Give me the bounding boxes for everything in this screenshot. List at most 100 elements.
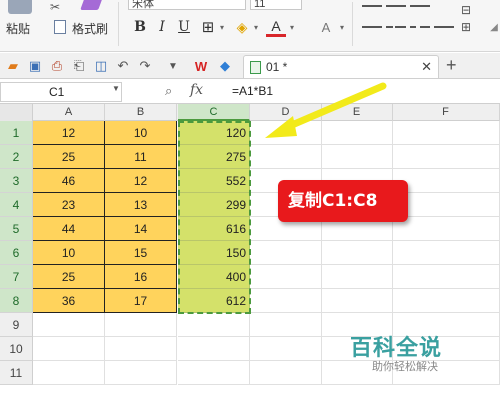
cell-c3[interactable]: 552 [178,169,250,193]
font-size-select[interactable]: 11 [250,0,302,10]
paste-button[interactable]: 粘贴 [6,20,30,37]
cell-f8[interactable] [392,289,500,313]
cell-a11[interactable] [33,361,105,385]
cell-d6[interactable] [250,241,322,265]
cell-a5[interactable]: 44 [33,217,105,241]
row-header-8[interactable]: 8 [0,289,33,313]
row-header-7[interactable]: 7 [0,265,33,289]
align-top-icon[interactable] [362,0,382,12]
ribbon-launcher-icon[interactable]: ◢ [484,17,500,37]
cell-f6[interactable] [392,241,500,265]
cell-a8[interactable]: 36 [33,289,105,313]
cell-f3[interactable] [392,169,500,193]
align-middle-icon[interactable] [386,0,406,12]
cell-b2[interactable]: 11 [105,145,177,169]
cell-d10[interactable] [250,337,322,361]
cell-f1[interactable] [392,121,500,145]
copy-icon[interactable] [54,20,66,34]
align-bottom-icon[interactable] [410,0,430,12]
select-all-corner[interactable] [0,104,33,121]
cell-b5[interactable]: 14 [105,217,177,241]
cell-c1[interactable]: 120 [178,121,250,145]
cell-f7[interactable] [392,265,500,289]
undo-icon[interactable]: ↶ [114,57,132,75]
italic-button[interactable]: I [152,17,172,37]
cell-a7[interactable]: 25 [33,265,105,289]
cell-a9[interactable] [33,313,105,337]
merge-icon[interactable]: ⊞ [456,17,476,37]
cell-a4[interactable]: 23 [33,193,105,217]
open-folder-icon[interactable]: ▰ [4,57,22,75]
row-header-10[interactable]: 10 [0,337,33,361]
search-icon[interactable]: ⌕ [165,83,172,99]
cell-b10[interactable] [105,337,177,361]
cell-c11[interactable] [178,361,250,385]
redo-icon[interactable]: ↷ [136,57,154,75]
row-header-1[interactable]: 1 [0,121,33,145]
cell-d7[interactable] [250,265,322,289]
cell-b3[interactable]: 12 [105,169,177,193]
cell-c9[interactable] [178,313,250,337]
cell-b4[interactable]: 13 [105,193,177,217]
align-right-icon[interactable] [410,17,430,37]
row-header-5[interactable]: 5 [0,217,33,241]
tab-document[interactable]: 01 * ✕ [243,55,439,78]
cell-d9[interactable] [250,313,322,337]
row-header-11[interactable]: 11 [0,361,33,385]
column-header-b[interactable]: B [105,104,177,121]
column-header-a[interactable]: A [33,104,105,121]
cell-c2[interactable]: 275 [178,145,250,169]
font-name-select[interactable]: 宋体 [128,0,246,10]
save-icon[interactable]: ▣ [26,57,44,75]
chevron-down-icon[interactable]: ▾ [282,17,302,37]
paste-icon[interactable] [8,0,32,14]
cell-c7[interactable]: 400 [178,265,250,289]
row-header-3[interactable]: 3 [0,169,33,193]
cell-b1[interactable]: 10 [105,121,177,145]
cell-a2[interactable]: 25 [33,145,105,169]
cell-e8[interactable] [321,289,393,313]
column-header-f[interactable]: F [392,104,500,121]
cell-c6[interactable]: 150 [178,241,250,265]
chevron-down-icon[interactable]: ▼ [164,57,182,75]
cut-icon[interactable]: ✂ [50,0,60,14]
cell-c4[interactable]: 299 [178,193,250,217]
wps-logo-icon[interactable]: W [192,57,210,75]
chevron-down-icon[interactable]: ▾ [246,17,266,37]
format-painter-button[interactable]: 格式刷 [72,20,108,37]
underline-button[interactable]: U [174,17,194,37]
new-tab-icon[interactable]: + [446,55,457,76]
row-header-6[interactable]: 6 [0,241,33,265]
cell-d8[interactable] [250,289,322,313]
cell-e6[interactable] [321,241,393,265]
cell-c8[interactable]: 612 [178,289,250,313]
cell-b9[interactable] [105,313,177,337]
cell-a10[interactable] [33,337,105,361]
cell-b8[interactable]: 17 [105,289,177,313]
chevron-down-icon[interactable]: ▾ [212,17,232,37]
cell-f2[interactable] [392,145,500,169]
cell-a3[interactable]: 46 [33,169,105,193]
name-box[interactable]: C1 [0,82,122,102]
export-pdf-icon[interactable]: ⎙ [48,57,66,75]
function-icon[interactable]: fx [190,82,203,98]
close-icon[interactable]: ✕ [421,59,432,75]
cell-a6[interactable]: 10 [33,241,105,265]
cell-f4[interactable] [392,193,500,217]
column-header-c[interactable]: C [178,104,250,121]
cell-b7[interactable]: 16 [105,265,177,289]
cell-a1[interactable]: 12 [33,121,105,145]
cell-b11[interactable] [105,361,177,385]
cell-d11[interactable] [250,361,322,385]
cloud-cube-icon[interactable]: ◆ [216,57,234,75]
print-preview-icon[interactable]: ◫ [92,57,110,75]
format-painter-icon[interactable] [80,0,102,10]
align-left-icon[interactable] [362,17,383,37]
align-center-icon[interactable] [386,17,406,37]
chevron-down-icon[interactable]: ▼ [112,84,120,93]
row-header-4[interactable]: 4 [0,193,33,217]
cell-f5[interactable] [392,217,500,241]
cell-e7[interactable] [321,265,393,289]
print-icon[interactable]: ⎗ [70,57,88,75]
row-header-2[interactable]: 2 [0,145,33,169]
